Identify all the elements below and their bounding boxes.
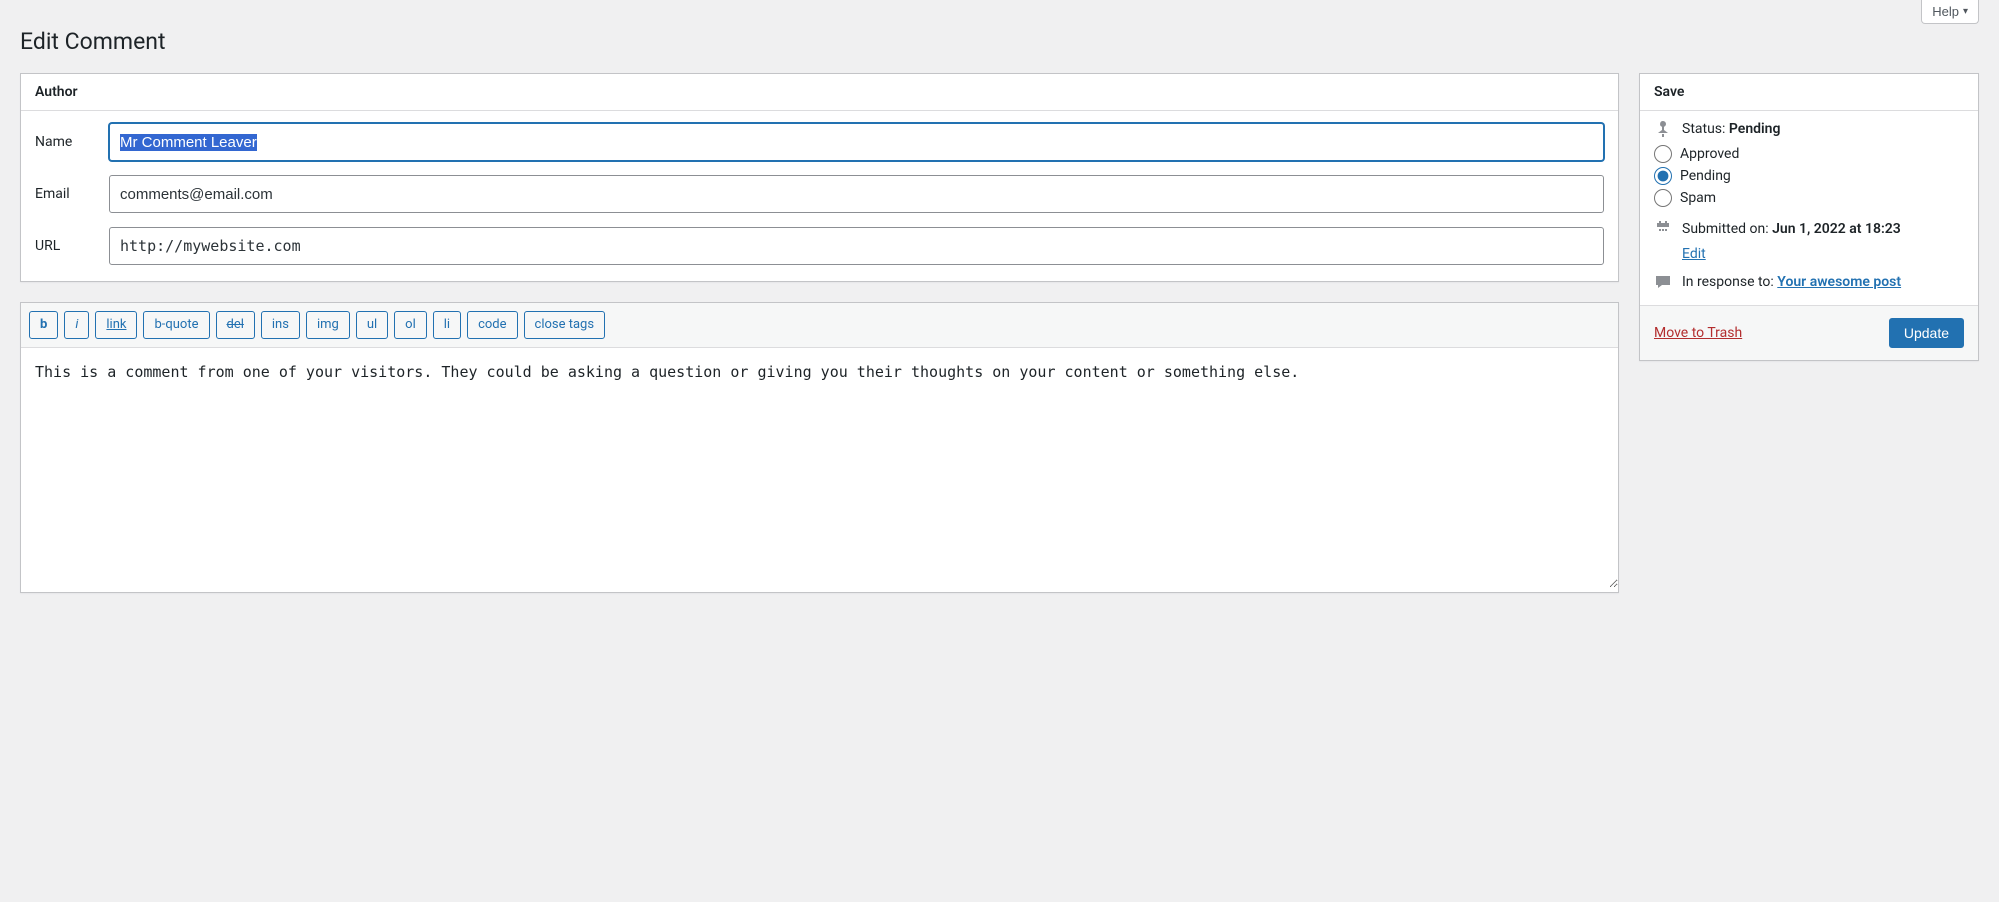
link-button[interactable]: link bbox=[95, 311, 137, 339]
status-spam-radio[interactable] bbox=[1654, 189, 1672, 207]
author-heading: Author bbox=[21, 74, 1618, 111]
italic-label: i bbox=[75, 317, 78, 332]
del-button[interactable]: del bbox=[216, 311, 255, 339]
status-spam-label: Spam bbox=[1680, 190, 1716, 206]
status-label: Status: bbox=[1682, 121, 1725, 137]
save-heading: Save bbox=[1640, 74, 1978, 111]
help-label: Help bbox=[1932, 4, 1959, 19]
ul-label: ul bbox=[367, 317, 377, 332]
status-pending-radio[interactable] bbox=[1654, 167, 1672, 185]
ol-label: ol bbox=[405, 317, 416, 332]
quicktags-toolbar: b i link b-quote del ins img ul ol li co… bbox=[21, 303, 1618, 348]
link-label: link bbox=[106, 317, 126, 332]
ol-button[interactable]: ol bbox=[394, 311, 427, 339]
status-approved-option[interactable]: Approved bbox=[1654, 145, 1964, 163]
status-value: Pending bbox=[1729, 121, 1781, 137]
response-label: In response to: bbox=[1682, 274, 1774, 290]
bold-label: b bbox=[40, 317, 47, 332]
url-field[interactable] bbox=[109, 227, 1604, 265]
close-tags-label: close tags bbox=[535, 317, 595, 332]
chevron-down-icon: ▾ bbox=[1963, 6, 1968, 17]
pin-icon bbox=[1654, 121, 1672, 137]
bquote-button[interactable]: b-quote bbox=[143, 311, 209, 339]
li-label: li bbox=[444, 317, 450, 332]
status-approved-radio[interactable] bbox=[1654, 145, 1672, 163]
email-field[interactable] bbox=[109, 175, 1604, 213]
update-button[interactable]: Update bbox=[1889, 318, 1964, 348]
submitted-value: Jun 1, 2022 at 18:23 bbox=[1772, 221, 1901, 237]
move-to-trash-link[interactable]: Move to Trash bbox=[1654, 325, 1742, 341]
name-label: Name bbox=[35, 134, 109, 150]
page-title: Edit Comment bbox=[20, 28, 1979, 55]
comment-icon bbox=[1654, 272, 1672, 290]
response-post-link[interactable]: Your awesome post bbox=[1777, 274, 1901, 290]
status-spam-option[interactable]: Spam bbox=[1654, 189, 1964, 207]
edit-date-link[interactable]: Edit bbox=[1682, 246, 1706, 262]
url-label: URL bbox=[35, 238, 109, 254]
ins-label: ins bbox=[272, 317, 289, 332]
status-approved-label: Approved bbox=[1680, 146, 1739, 162]
img-label: img bbox=[317, 317, 339, 332]
italic-button[interactable]: i bbox=[64, 311, 89, 339]
status-pending-option[interactable]: Pending bbox=[1654, 167, 1964, 185]
editor-panel: b i link b-quote del ins img ul ol li co… bbox=[20, 302, 1619, 593]
close-tags-button[interactable]: close tags bbox=[524, 311, 606, 339]
code-label: code bbox=[478, 317, 506, 332]
email-label: Email bbox=[35, 186, 109, 202]
author-panel: Author Name Email URL bbox=[20, 73, 1619, 282]
status-pending-label: Pending bbox=[1680, 168, 1731, 184]
help-button[interactable]: Help ▾ bbox=[1921, 0, 1979, 24]
save-panel: Save Status: Pending Approved bbox=[1639, 73, 1979, 361]
bold-button[interactable]: b bbox=[29, 311, 58, 339]
img-button[interactable]: img bbox=[306, 311, 350, 339]
ul-button[interactable]: ul bbox=[356, 311, 388, 339]
del-label: del bbox=[227, 317, 244, 332]
submitted-label: Submitted on: bbox=[1682, 221, 1769, 237]
calendar-icon bbox=[1654, 219, 1672, 237]
code-button[interactable]: code bbox=[467, 311, 517, 339]
li-button[interactable]: li bbox=[433, 311, 461, 339]
ins-button[interactable]: ins bbox=[261, 311, 300, 339]
bquote-label: b-quote bbox=[154, 317, 198, 332]
comment-content-textarea[interactable] bbox=[21, 348, 1618, 588]
name-field[interactable] bbox=[109, 123, 1604, 161]
